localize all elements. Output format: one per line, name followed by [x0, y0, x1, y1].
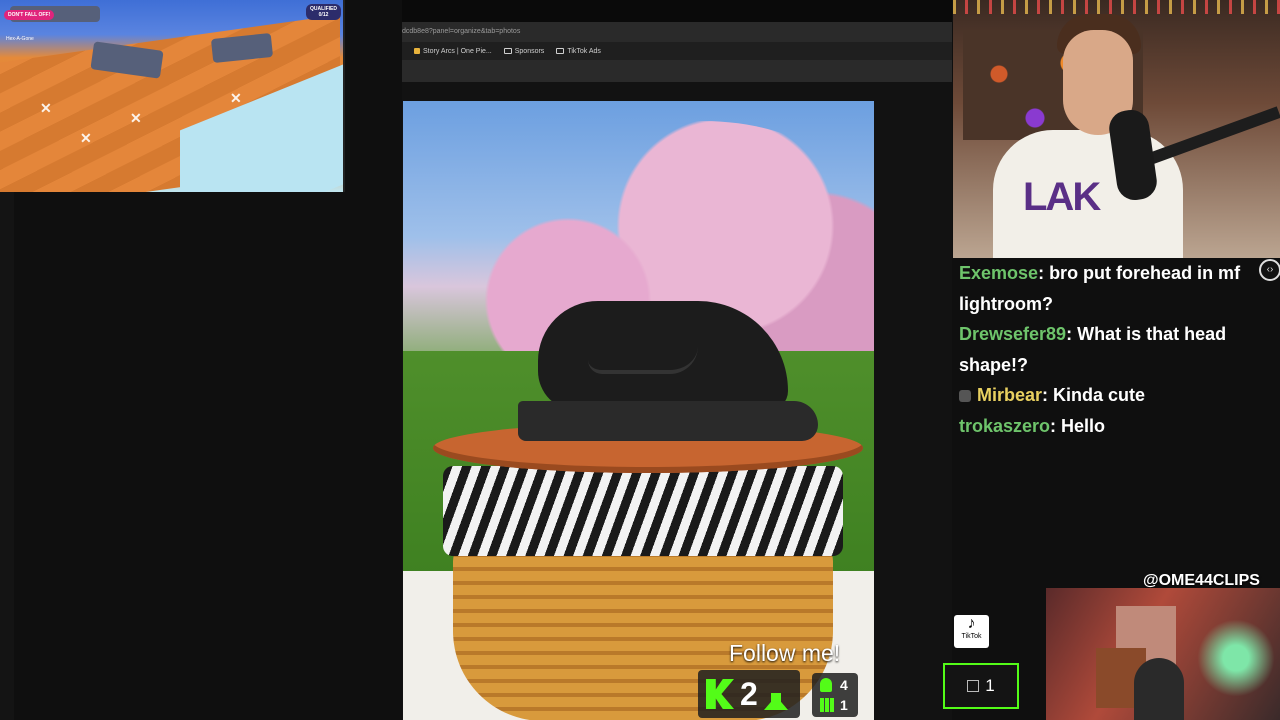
left-panel: [0, 192, 14, 720]
webcam-secondary: [1046, 588, 1280, 720]
bookmark-label: TikTok Ads: [567, 47, 601, 55]
chat-text: Hello: [1061, 415, 1106, 436]
webcam-main: LAK: [953, 0, 1280, 258]
chat-message: Drewsefer89: What is that head shape!?: [959, 324, 1227, 375]
game-capture: DON'T FALL OFF! QUALIFIED 0/12 Hex-A-Gon…: [0, 0, 345, 192]
chat-username[interactable]: Mirbear: [977, 385, 1042, 405]
stream-layout: DON'T FALL OFF! QUALIFIED 0/12 Hex-A-Gon…: [0, 0, 1280, 720]
tiktok-label: TikTok: [961, 633, 982, 640]
bookmark-label: Story Arcs | One Pie...: [423, 47, 492, 55]
follow-text: Follow me!: [729, 640, 841, 666]
string-lights: [953, 0, 1280, 14]
light-glow: [1196, 608, 1276, 708]
chat-text: Kinda cute: [1053, 385, 1146, 405]
url-text: dcdb8e8?panel=organize&tab=photos: [402, 28, 521, 35]
qualified-counter: QUALIFIED 0/12: [306, 4, 341, 20]
bookmarks-bar: Story Arcs | One Pie... Sponsors TikTok …: [402, 42, 952, 60]
chat-username[interactable]: Drewsefer89: [959, 324, 1066, 344]
sneaker-sole: [518, 401, 818, 441]
stat-bottom: 1: [840, 697, 848, 713]
editor-toolbar: [402, 60, 952, 82]
floor-arrow-icon: ✕: [40, 100, 52, 116]
address-bar[interactable]: dcdb8e8?panel=organize&tab=photos: [402, 22, 952, 42]
stats-widget: 4 1: [812, 673, 858, 717]
chat-message: Mirbear: Kinda cute: [959, 380, 1259, 411]
bookmark-sponsors[interactable]: Sponsors: [503, 47, 545, 55]
tiktok-icon: ♪: [967, 615, 976, 632]
photo-preview[interactable]: [403, 101, 874, 720]
mic-arm: [1145, 106, 1280, 166]
viewer-icon: [967, 680, 980, 692]
folder-icon: [503, 48, 512, 54]
browser-top: [402, 0, 952, 22]
floor-arrow-icon: ✕: [130, 110, 142, 126]
badge-icon: [959, 390, 971, 403]
chat-panel: Exemose: bro put forehead in mf lightroo…: [959, 258, 1259, 441]
folder-icon: [556, 48, 565, 54]
basket-liner: [443, 466, 843, 556]
favicon-icon: [414, 48, 420, 54]
chat-message: Exemose: bro put forehead in mf lightroo…: [959, 263, 1241, 314]
person-head: [1134, 658, 1184, 720]
bookmark-label: Sponsors: [514, 47, 545, 55]
viewer-count-widget: 1: [943, 663, 1019, 709]
kick-follow-widget: 2: [698, 670, 800, 718]
expand-chat-icon[interactable]: ‹›: [1259, 259, 1280, 281]
qualified-count: 0/12: [318, 12, 329, 18]
swoosh-icon: [588, 346, 698, 374]
kick-count: 2: [740, 675, 758, 712]
floor-arrow-icon: ✕: [230, 90, 242, 106]
bookmark-story-arcs[interactable]: Story Arcs | One Pie...: [414, 48, 492, 55]
viewer-count: 1: [985, 676, 995, 695]
tiktok-logo: ♪ TikTok: [954, 615, 989, 648]
bars-icon: [820, 698, 834, 712]
sneaker: [518, 291, 818, 441]
floor-arrow-icon: ✕: [80, 130, 92, 146]
person-icon: [820, 678, 832, 692]
stat-top: 4: [840, 677, 848, 693]
kick-logo-icon: [706, 679, 734, 709]
game-hint: Hex-A-Gone: [6, 36, 34, 42]
game-banner: DON'T FALL OFF!: [4, 10, 55, 20]
chat-username[interactable]: Exemose: [959, 263, 1038, 283]
bookmark-tiktok-ads[interactable]: TikTok Ads: [556, 48, 601, 55]
up-arrow-icon: [763, 679, 788, 710]
shirt-print: LAK: [1023, 175, 1101, 219]
chat-username[interactable]: trokaszero: [959, 416, 1050, 436]
chat-message: trokaszero: Hello: [959, 415, 1106, 436]
